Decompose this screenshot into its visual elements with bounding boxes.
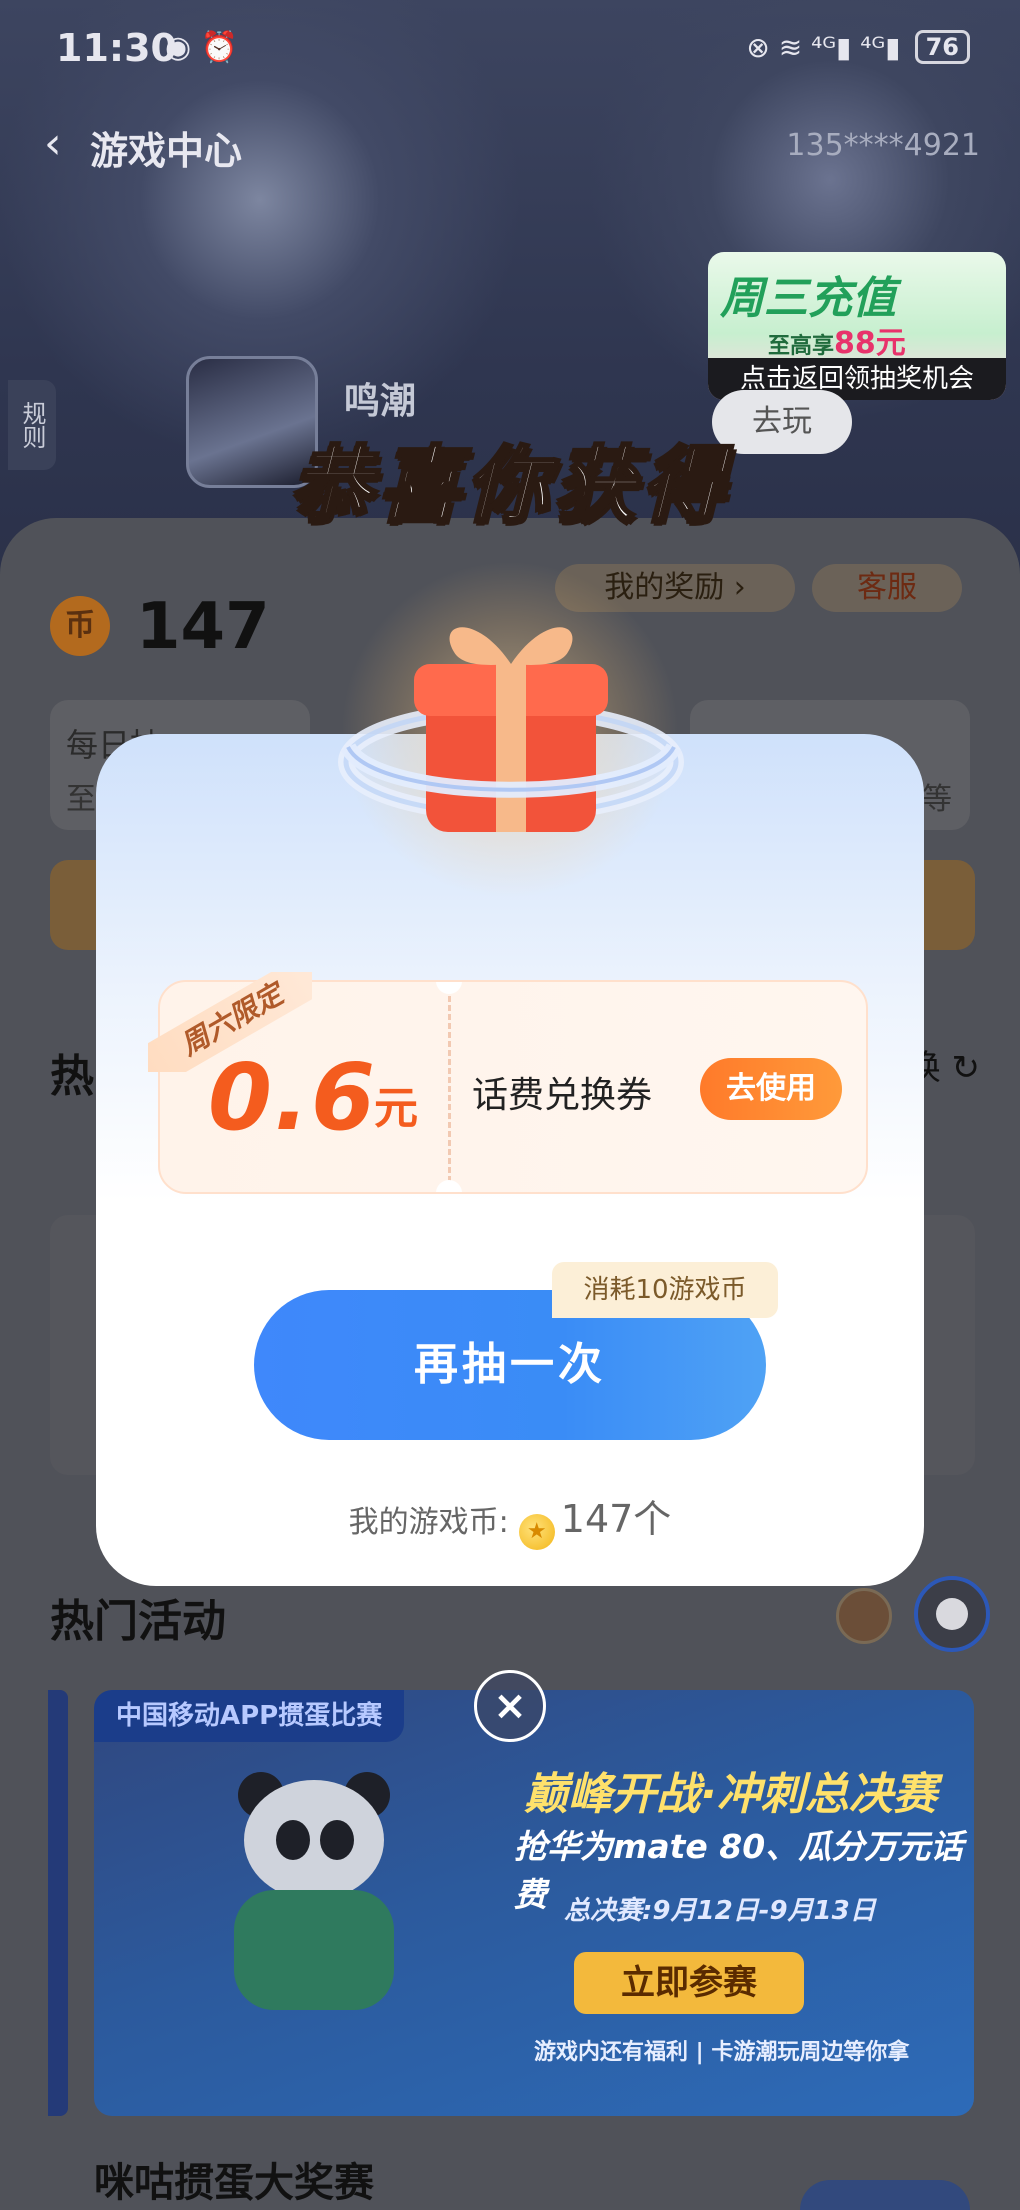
promo-subtitle: 至高享88元 <box>768 326 906 361</box>
banner-footer: 游戏内还有福利 | 卡游潮玩周边等你拿 <box>534 2040 910 2065</box>
coin-icon: 币 <box>50 596 110 656</box>
banner-tag: 中国移动APP掼蛋比赛 <box>94 1690 405 1742</box>
status-bar: 11:30 ◉ ⏰ ⊗ ≋ ⁴ᴳ▮ ⁴ᴳ▮ 76 <box>0 0 1020 100</box>
clock: 11:30 <box>56 26 177 70</box>
my-coins-label: 我的游戏币: <box>348 1505 509 1540</box>
game-name: 鸣潮 <box>344 381 417 422</box>
back-icon[interactable]: ‹ <box>44 118 62 169</box>
status-icons-left: ◉ ⏰ <box>165 30 239 65</box>
gift-box-icon <box>338 627 684 832</box>
user-avatar-1[interactable] <box>836 1588 892 1644</box>
promo-float-banner[interactable]: 周三充值 至高享88元 点击返回领抽奖机会 <box>708 252 1006 400</box>
congrats-headline: 恭喜你获得 <box>289 437 730 535</box>
my-coins-value: 147个 <box>560 1497 672 1541</box>
join-button[interactable]: 立即参赛 <box>574 1952 804 2014</box>
close-icon[interactable]: × <box>474 1670 546 1742</box>
phone-number: 135****4921 <box>786 128 980 163</box>
use-coupon-button[interactable]: 去使用 <box>700 1058 842 1120</box>
next-activity-title: 咪咕掼蛋大奖赛 <box>94 2160 374 2206</box>
coin-count: 147 <box>136 590 270 664</box>
banner-headline: 巅峰开战·冲刺总决赛 <box>524 1769 937 1820</box>
customer-service-button[interactable]: 客服 <box>812 564 962 612</box>
prev-banner-edge[interactable] <box>48 1690 68 2116</box>
coin-icon: ★ <box>518 1514 555 1550</box>
battery-icon: 76 <box>914 30 970 64</box>
banner-date: 总决赛:9月12日-9月13日 <box>564 1896 876 1926</box>
signal-icons: ⊗ ≋ ⁴ᴳ▮ ⁴ᴳ▮ <box>746 30 901 64</box>
hot-section-title: 热 <box>50 1051 94 1102</box>
status-icons-right: ⊗ ≋ ⁴ᴳ▮ ⁴ᴳ▮ 76 <box>746 30 970 64</box>
next-activity-button[interactable] <box>800 2180 970 2210</box>
my-coins-row: 我的游戏币: ★ 147个 <box>0 1488 1020 1550</box>
panda-mascot-icon <box>214 1772 414 2010</box>
activity-banner[interactable]: 中国移动APP掼蛋比赛 巅峰开战·冲刺总决赛 抢华为mate 80、瓜分万元话费… <box>94 1690 974 2116</box>
daily-draw-sub: 至 <box>66 782 96 817</box>
promo-title: 周三充值 <box>720 273 896 324</box>
page-title: 游戏中心 <box>90 129 243 173</box>
cost-tag: 消耗10游戏币 <box>552 1262 778 1318</box>
coupon-unit: 元 <box>374 1083 418 1134</box>
activities-title: 热门活动 <box>50 1596 226 1647</box>
top-nav: ‹ 游戏中心 135****4921 <box>0 110 1020 190</box>
panda-avatar[interactable] <box>914 1576 990 1652</box>
coupon-amount: 0.6 <box>208 1044 377 1151</box>
coupon-name: 话费兑换券 <box>472 1075 653 1116</box>
